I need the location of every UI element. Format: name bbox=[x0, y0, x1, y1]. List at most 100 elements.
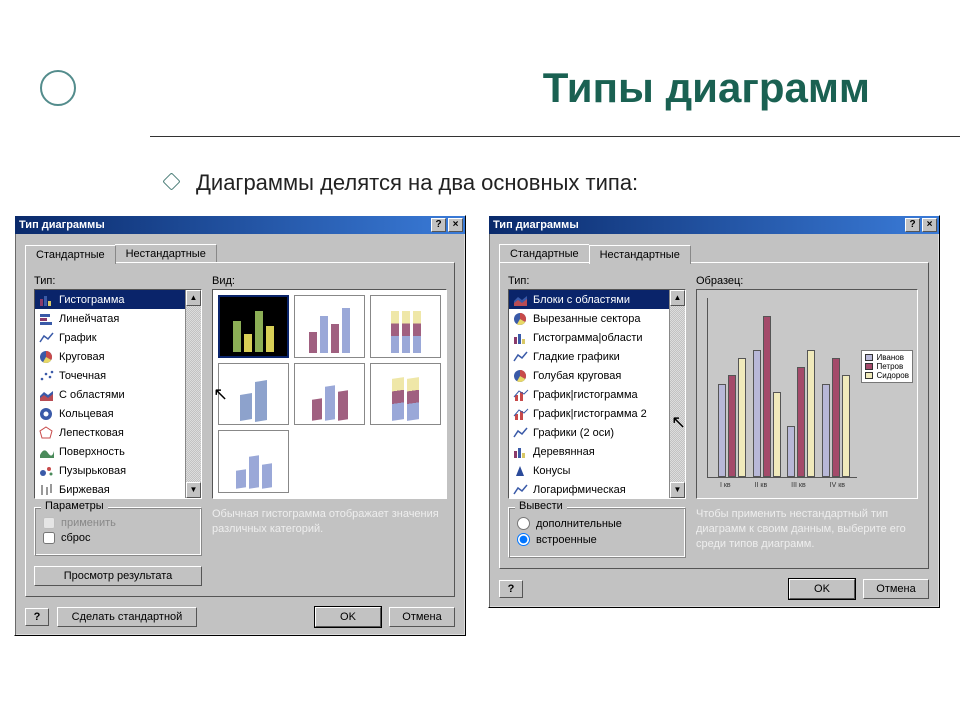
chart-type-item[interactable]: Блоки с областями bbox=[509, 290, 669, 309]
pie-icon bbox=[39, 350, 55, 364]
tab-bar: Стандартные Нестандартные bbox=[25, 244, 455, 263]
context-help-button[interactable]: ? bbox=[25, 608, 49, 626]
chart-type-item[interactable]: Линейчатая bbox=[35, 309, 185, 328]
tab-custom[interactable]: Нестандартные bbox=[589, 245, 691, 264]
tab-standard[interactable]: Стандартные bbox=[25, 245, 116, 264]
x-tick-label: IV кв bbox=[830, 482, 845, 489]
legend-item: Сидоров bbox=[865, 371, 909, 380]
titlebar[interactable]: Тип диаграммы ? × bbox=[489, 216, 939, 234]
chart-bar bbox=[753, 350, 761, 478]
chart-type-item-label: Кольцевая bbox=[59, 408, 114, 420]
subtype-thumb[interactable] bbox=[218, 430, 289, 493]
scrollbar[interactable]: ▲ ▼ bbox=[185, 290, 201, 498]
tab-standard[interactable]: Стандартные bbox=[499, 244, 590, 263]
chart-type-item[interactable]: Гистограмма|области bbox=[509, 328, 669, 347]
output-group-title: Вывести bbox=[515, 500, 567, 512]
subtype-thumb[interactable] bbox=[294, 363, 365, 426]
sample-chart-preview: I квII квIII квIV кв ИвановПетровСидоров bbox=[696, 289, 918, 499]
chart-type-item[interactable]: Логарифмическая bbox=[509, 480, 669, 498]
preview-result-button[interactable]: Просмотр результата bbox=[34, 566, 202, 586]
subtype-description: Обычная гистограмма отображает значения … bbox=[212, 507, 447, 545]
builtin-radio[interactable]: встроенные bbox=[517, 533, 677, 546]
donut-icon bbox=[39, 407, 55, 421]
cone-icon bbox=[513, 464, 529, 478]
custom-type-description: Чтобы применить нестандартный тип диагра… bbox=[696, 507, 918, 552]
chart-type-item[interactable]: Биржевая bbox=[35, 480, 185, 498]
subtype-thumb[interactable] bbox=[370, 295, 441, 358]
help-button[interactable]: ? bbox=[905, 218, 920, 232]
chart-type-item[interactable]: Деревянная bbox=[509, 442, 669, 461]
chart-type-item-label: График bbox=[59, 332, 97, 344]
chart-type-item[interactable]: Точечная bbox=[35, 366, 185, 385]
chart-type-item[interactable]: Поверхность bbox=[35, 442, 185, 461]
chart-type-item[interactable]: Голубая круговая bbox=[509, 366, 669, 385]
chart-type-item-label: Голубая круговая bbox=[533, 370, 621, 382]
extra-radio[interactable]: дополнительные bbox=[517, 517, 677, 530]
chart-bar bbox=[773, 392, 781, 477]
scroll-up-button[interactable]: ▲ bbox=[670, 290, 685, 306]
chart-bar bbox=[822, 384, 830, 478]
chart-type-item-label: График|гистограмма bbox=[533, 389, 638, 401]
chart-type-listbox[interactable]: ГистограммаЛинейчатая График КруговаяТочеч… bbox=[34, 289, 202, 499]
help-button[interactable]: ? bbox=[431, 218, 446, 232]
chart-subtype-grid[interactable] bbox=[212, 289, 447, 499]
surface-icon bbox=[39, 445, 55, 459]
titlebar[interactable]: Тип диаграммы ? × bbox=[15, 216, 465, 234]
scroll-down-button[interactable]: ▼ bbox=[186, 482, 201, 498]
context-help-button[interactable]: ? bbox=[499, 580, 523, 598]
close-button[interactable]: × bbox=[448, 218, 463, 232]
chart-type-listbox[interactable]: Блоки с областямиВырезанные сектораГисто… bbox=[508, 289, 686, 499]
chart-type-item[interactable]: Конусы bbox=[509, 461, 669, 480]
chart-type-item[interactable]: График|гистограмма 2 bbox=[509, 404, 669, 423]
scroll-track[interactable] bbox=[186, 306, 201, 482]
subtype-thumb[interactable] bbox=[218, 295, 289, 358]
cancel-button[interactable]: Отмена bbox=[863, 579, 929, 599]
ok-button[interactable]: OK bbox=[315, 607, 381, 627]
barline-icon bbox=[513, 407, 529, 421]
scroll-down-button[interactable]: ▼ bbox=[670, 482, 685, 498]
chart-bar bbox=[842, 375, 850, 477]
type-label: Тип: bbox=[508, 275, 686, 287]
chart-type-item[interactable]: С областями bbox=[35, 385, 185, 404]
chart-type-item[interactable]: График bbox=[35, 328, 185, 347]
close-button[interactable]: × bbox=[922, 218, 937, 232]
make-standard-button[interactable]: Сделать стандартной bbox=[57, 607, 197, 627]
chart-type-item-label: Лепестковая bbox=[59, 427, 124, 439]
line-icon bbox=[39, 331, 55, 345]
x-tick-label: II кв bbox=[755, 482, 768, 489]
type-label: Тип: bbox=[34, 275, 202, 287]
chart-type-item[interactable]: Гладкие графики bbox=[509, 347, 669, 366]
ok-button[interactable]: OK bbox=[789, 579, 855, 599]
slide-bullet: Диаграммы делятся на два основных типа: bbox=[165, 170, 638, 196]
chart-type-item[interactable]: Графики (2 оси) bbox=[509, 423, 669, 442]
tab-custom[interactable]: Нестандартные bbox=[115, 244, 217, 263]
reset-checkbox[interactable]: сброс bbox=[43, 532, 193, 544]
chart-bar bbox=[797, 367, 805, 478]
chart-type-item[interactable]: Гистограмма bbox=[35, 290, 185, 309]
apply-checkbox: применить bbox=[43, 517, 193, 529]
scrollbar[interactable]: ▲ ▼ bbox=[669, 290, 685, 498]
chart-bar bbox=[807, 350, 815, 478]
subtype-thumb[interactable] bbox=[218, 363, 289, 426]
cancel-button[interactable]: Отмена bbox=[389, 607, 455, 627]
chart-bar bbox=[763, 316, 771, 478]
chart-type-item[interactable]: График|гистограмма bbox=[509, 385, 669, 404]
scroll-up-button[interactable]: ▲ bbox=[186, 290, 201, 306]
window-title: Тип диаграммы bbox=[19, 219, 105, 231]
line-icon bbox=[513, 426, 529, 440]
chart-type-item[interactable]: Лепестковая bbox=[35, 423, 185, 442]
chart-type-item[interactable]: Кольцевая bbox=[35, 404, 185, 423]
chart-type-item[interactable]: Вырезанные сектора bbox=[509, 309, 669, 328]
params-group-title: Параметры bbox=[41, 500, 108, 512]
bars-icon bbox=[513, 331, 529, 345]
chart-type-dialog-custom: Тип диаграммы ? × Стандартные Нестандарт… bbox=[488, 215, 940, 608]
scroll-track[interactable] bbox=[670, 306, 685, 482]
chart-type-item[interactable]: Круговая bbox=[35, 347, 185, 366]
chart-type-item-label: Графики (2 оси) bbox=[533, 427, 614, 439]
radar-icon bbox=[39, 426, 55, 440]
chart-legend: ИвановПетровСидоров bbox=[861, 350, 913, 383]
subtype-thumb[interactable] bbox=[294, 295, 365, 358]
chart-type-item-label: График|гистограмма 2 bbox=[533, 408, 647, 420]
chart-type-item[interactable]: Пузырьковая bbox=[35, 461, 185, 480]
subtype-thumb[interactable] bbox=[370, 363, 441, 426]
